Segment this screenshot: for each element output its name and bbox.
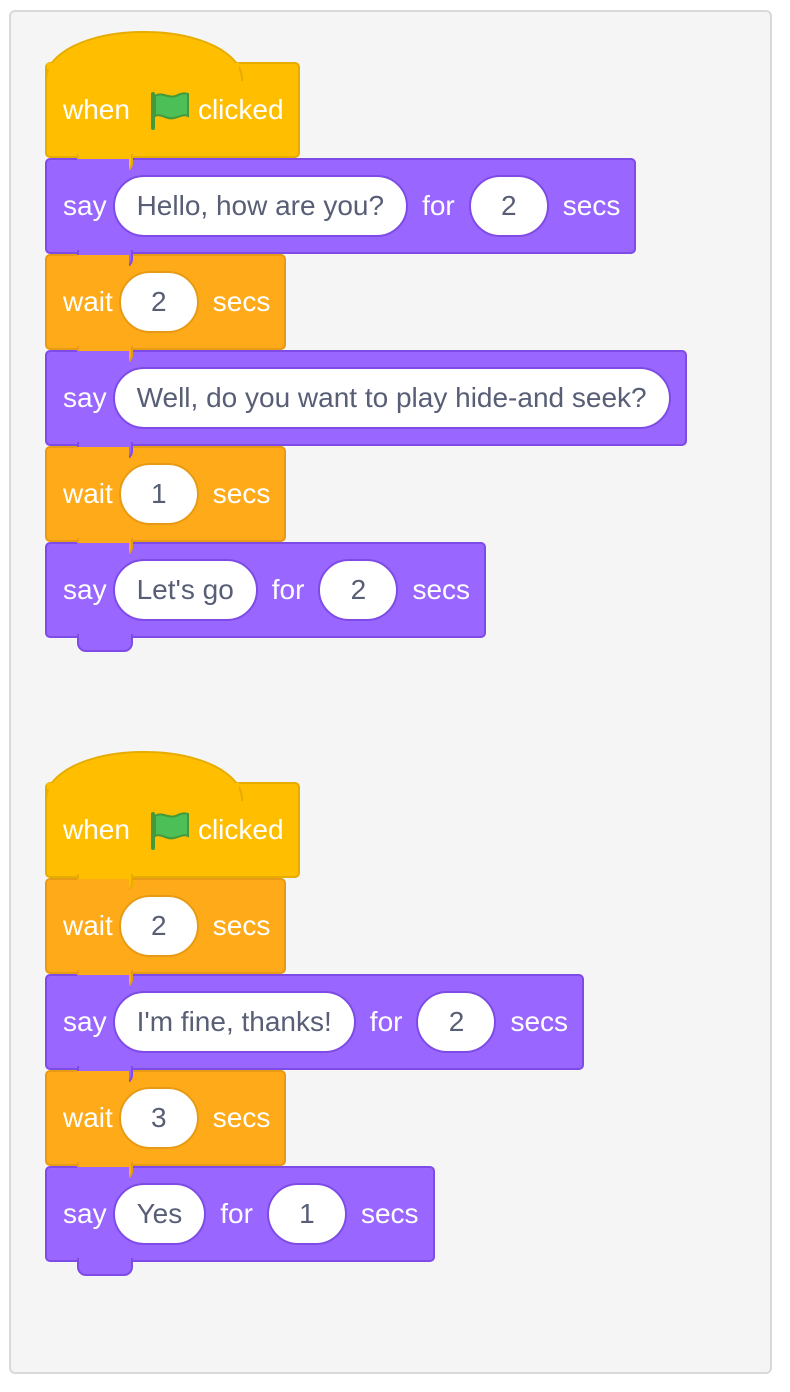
say-for-block[interactable]: say Let's go for 2 secs <box>45 542 487 652</box>
block-label-secs: secs <box>510 1006 569 1037</box>
wait-block[interactable]: wait 3 secs <box>45 1070 287 1180</box>
hat-cap <box>45 31 243 81</box>
block-label-secs: secs <box>212 1102 271 1133</box>
block-label-wait: wait <box>63 286 113 317</box>
wait-seconds-input[interactable]: 2 <box>118 895 199 957</box>
block-label-when: when <box>63 814 130 845</box>
message-input[interactable]: Yes <box>112 1183 207 1245</box>
message-input[interactable]: I'm fine, thanks! <box>112 991 356 1053</box>
wait-seconds-input[interactable]: 1 <box>118 463 199 525</box>
block-label-clicked: clicked <box>197 94 284 125</box>
say-for-block[interactable]: say Hello, how are you? for 2 secs <box>45 158 637 268</box>
block-label-when: when <box>63 94 130 125</box>
message-input[interactable]: Hello, how are you? <box>112 175 409 237</box>
wait-block[interactable]: wait 2 secs <box>45 878 287 988</box>
message-input[interactable]: Let's go <box>112 559 258 621</box>
seconds-input[interactable]: 2 <box>318 559 399 621</box>
seconds-input[interactable]: 2 <box>468 175 549 237</box>
script-stack-2[interactable]: when clicked wait 2 secs say I'm fine, t… <box>45 751 585 1276</box>
wait-block[interactable]: wait 1 secs <box>45 446 287 556</box>
block-label-wait: wait <box>63 478 113 509</box>
seconds-input[interactable]: 1 <box>266 1183 347 1245</box>
block-label-secs: secs <box>360 1198 419 1229</box>
script-stack-1[interactable]: when clicked say Hello, how are you? for… <box>45 31 687 652</box>
block-label-say: say <box>63 1198 107 1229</box>
seconds-input[interactable]: 2 <box>416 991 497 1053</box>
block-label-for: for <box>369 1006 403 1037</box>
wait-seconds-input[interactable]: 2 <box>118 271 199 333</box>
when-flag-clicked-block[interactable]: when clicked <box>45 751 300 892</box>
block-label-secs: secs <box>212 286 271 317</box>
hat-cap <box>45 751 243 801</box>
block-label-say: say <box>63 382 107 413</box>
block-label-secs: secs <box>412 574 471 605</box>
green-flag-icon <box>150 812 189 850</box>
block-label-say: say <box>63 190 107 221</box>
script-canvas[interactable]: when clicked say Hello, how are you? for… <box>9 10 772 1374</box>
wait-seconds-input[interactable]: 3 <box>118 1087 199 1149</box>
wait-block[interactable]: wait 2 secs <box>45 254 287 364</box>
block-label-for: for <box>422 190 455 221</box>
block-label-wait: wait <box>63 910 113 941</box>
block-label-secs: secs <box>212 478 271 509</box>
block-label-for: for <box>271 574 305 605</box>
when-flag-clicked-block[interactable]: when clicked <box>45 31 300 172</box>
say-block[interactable]: say Well, do you want to play hide-and s… <box>45 350 687 460</box>
block-label-for: for <box>220 1198 253 1229</box>
block-label-secs: secs <box>212 910 271 941</box>
message-input[interactable]: Well, do you want to play hide-and seek? <box>112 367 671 429</box>
say-for-block[interactable]: say Yes for 1 secs <box>45 1166 435 1276</box>
block-label-say: say <box>63 1006 107 1037</box>
block-label-clicked: clicked <box>197 814 284 845</box>
block-label-secs: secs <box>562 190 621 221</box>
green-flag-icon <box>150 92 189 130</box>
say-for-block[interactable]: say I'm fine, thanks! for 2 secs <box>45 974 585 1084</box>
block-label-wait: wait <box>63 1102 113 1133</box>
block-label-say: say <box>63 574 107 605</box>
